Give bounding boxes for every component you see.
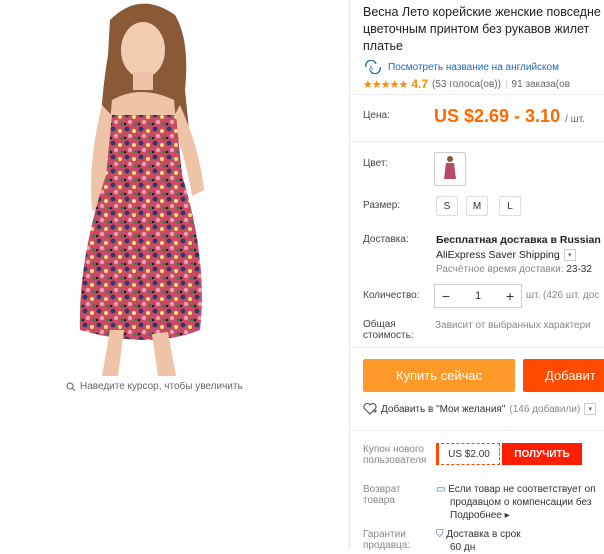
coupon-label: Купон нового пользователя [363,444,433,466]
shipping-method[interactable]: AliExpress Saver Shipping ▾ [436,249,576,261]
size-option-l[interactable]: L [499,196,521,216]
get-coupon-button[interactable]: ПОЛУЧИТЬ [502,443,582,465]
guarantee-label-line: Гарантии [363,529,406,540]
price-range: US $2.69 - 3.10 [434,106,561,126]
column-divider [349,0,350,548]
zoom-hint: Наведите курсор, чтобы увеличить [66,381,243,392]
price-value: US $2.69 - 3.10 / шт. [434,106,585,127]
price-unit: / шт. [565,114,585,125]
votes-link[interactable]: (53 голоса(ов)) [432,79,501,90]
translate-link[interactable]: A Посмотреть название на английском [363,60,559,74]
delivery-estimate-label: Расчётное время доставки: [436,264,564,275]
coupon-label-line: пользователя [363,455,427,466]
return-icon: ▭ [436,484,446,495]
returns-line: Если товар не соответствует оп [448,484,596,495]
total-label-line: Общая [363,319,396,330]
coupon-label-line: Купон нового [363,444,424,455]
rating-separator: | [504,78,508,90]
zoom-hint-text: Наведите курсор, чтобы увеличить [80,381,243,392]
color-label: Цвет: [363,158,389,169]
quantity-label: Количество: [363,290,420,301]
shipping-method-name[interactable]: AliExpress Saver Shipping [436,249,560,261]
translate-icon: A [365,60,381,74]
shield-icon: ⛉ [436,529,444,540]
returns-line: продавцом о компенсации без [450,497,592,508]
heart-icon[interactable] [363,403,377,415]
rating-value: 4.7 [411,77,428,91]
guarantee-line: Доставка в срок [446,529,521,540]
shipping-label: Доставка: [363,234,409,245]
title-line: Весна Лето корейские женские повседне [363,5,601,19]
shipping-free: Бесплатная доставка в Russian Fe [436,234,604,246]
title-line: платье [363,39,403,53]
guarantee-info: ⛉ Доставка в срок 60 дн [436,528,521,554]
quantity-available: шт. (426 шт. дос [526,290,600,301]
search-icon [66,381,76,391]
returns-more-link[interactable]: Подробнее [450,510,502,521]
delivery-estimate-value: 23-32 [566,264,592,275]
returns-label-line: товара [363,495,395,506]
wishlist-count: (146 добавили) [509,403,581,415]
section-divider [349,430,604,431]
total-label-line: стоимость: [363,330,414,341]
translate-link-text[interactable]: Посмотреть название на английском [388,62,559,73]
chevron-right-icon: ▸ [504,510,510,521]
section-divider [349,141,604,142]
orders-count: 91 заказа(ов [511,78,570,90]
add-to-cart-button[interactable]: Добавит [523,359,604,392]
total-value: Зависит от выбранных характери [435,320,591,331]
section-divider [349,94,604,95]
buy-now-button[interactable]: Купить сейчас [363,359,515,392]
returns-more[interactable]: Подробнее ▸ [436,509,596,522]
returns-label-line: Возврат [363,484,401,495]
returns-label: Возврат товара [363,484,401,506]
svg-text:A: A [369,66,373,72]
title-line: цветочным принтом без рукавов жилет [363,22,590,36]
color-swatch[interactable] [434,152,466,186]
shipping-line: Бесплатная доставка в Russian Fe [436,234,604,246]
product-title: Весна Лето корейские женские повседне цв… [363,4,603,55]
quantity-plus-button[interactable]: + [499,288,521,304]
returns-info: ▭ Если товар не соответствует оп продавц… [436,483,596,522]
size-label: Размер: [363,200,401,211]
guarantee-label-line: продавца: [363,540,411,551]
wishlist-row[interactable]: Добавить в "Мои желания" (146 добавили) … [363,403,597,415]
size-option-s[interactable]: S [436,196,458,216]
quantity-stepper[interactable]: − 1 + [434,284,522,308]
delivery-estimate: Расчётное время доставки: 23-32 [436,264,592,275]
rating-row: ★★★★★ 4.7 (53 голоса(ов)) | 91 заказа(ов [363,77,570,91]
total-label: Общая стоимость: [363,319,414,341]
section-divider [349,347,604,348]
wishlist-link[interactable]: Добавить в "Мои желания" [381,404,505,415]
price-label: Цена: [363,110,390,121]
chevron-down-icon[interactable]: ▾ [584,403,597,415]
chevron-down-icon[interactable]: ▾ [563,249,576,261]
quantity-minus-button[interactable]: − [435,288,457,304]
coupon-amount: US $2.00 [436,443,500,465]
quantity-input[interactable]: 1 [467,290,489,302]
product-image[interactable] [40,0,247,376]
rating-stars: ★★★★★ [363,78,408,91]
size-option-m[interactable]: M [466,196,488,216]
